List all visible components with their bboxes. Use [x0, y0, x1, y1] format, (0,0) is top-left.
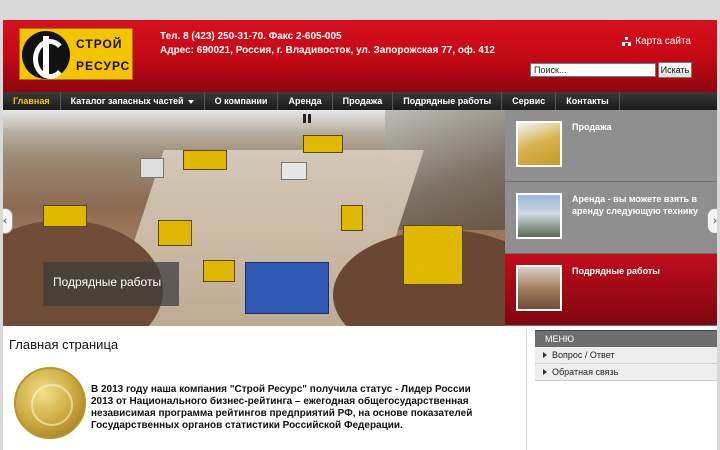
slide-caption-text: Подрядные работы	[53, 275, 162, 289]
nav-item-contacts[interactable]: Контакты	[556, 92, 620, 110]
header: СТРОЙ РЕСУРС Тел. 8 (423) 250-31-70. Фак…	[3, 20, 717, 92]
logo-text-line1: СТРОЙ	[76, 37, 123, 51]
slider-thumbs: Продажа Аренда - вы можете взять в аренд…	[505, 110, 717, 326]
search-input[interactable]	[530, 63, 656, 77]
sitemap-icon	[622, 37, 632, 46]
bullet-arrow-icon	[543, 369, 547, 375]
sidebar-item-label: Вопрос / Ответ	[552, 349, 615, 360]
dump-truck	[281, 162, 307, 180]
nav-item-contract-work[interactable]: Подрядные работы	[393, 92, 503, 110]
bulldozer	[158, 220, 192, 246]
address-text: Адрес: 690021, Россия, г. Владивосток, у…	[160, 45, 495, 56]
nav-item-catalog[interactable]: Каталог запасных частей	[61, 92, 205, 110]
thumb-rent[interactable]: Аренда - вы можете взять в аренду следую…	[505, 182, 717, 254]
bulldozer	[203, 260, 235, 282]
logo-text-line2: РЕСУРС	[76, 59, 131, 73]
nav-item-home[interactable]: Главная	[3, 92, 61, 110]
sitemap-label: Карта сайта	[635, 36, 691, 47]
thumb-sale[interactable]: Продажа	[505, 110, 717, 182]
search-button[interactable]: Искать	[658, 62, 692, 78]
content-divider	[526, 328, 527, 450]
sidebar-heading: МЕНЮ	[535, 330, 717, 347]
nav-item-rent[interactable]: Аренда	[278, 92, 333, 110]
sidebar-item-feedback[interactable]: Обратная связь	[535, 364, 717, 381]
sidebar-item-label: Обратная связь	[552, 366, 619, 377]
sidebar-menu: МЕНЮ Вопрос / Ответ Обратная связь	[535, 330, 717, 405]
slider-next-button[interactable]: ›	[707, 208, 717, 234]
hero-image[interactable]: Подрядные работы	[3, 110, 505, 326]
thumb-image	[516, 193, 562, 239]
pause-icon[interactable]	[303, 114, 311, 123]
logo-mark-icon	[22, 31, 70, 79]
thumb-image	[516, 121, 562, 167]
bulldozer	[43, 205, 87, 227]
slider-prev-button[interactable]: ‹	[3, 208, 13, 234]
dump-truck	[245, 262, 329, 314]
bulldozer	[341, 205, 363, 231]
bullet-arrow-icon	[543, 352, 547, 358]
main-nav: Главная Каталог запасных частей О компан…	[3, 92, 717, 110]
sidebar-item-faq[interactable]: Вопрос / Ответ	[535, 347, 717, 364]
slide-caption: Подрядные работы	[43, 262, 179, 306]
sitemap-link[interactable]: Карта сайта	[622, 36, 691, 47]
slider: Подрядные работы Продажа Аренда - вы мож…	[3, 110, 717, 326]
thumb-image	[516, 265, 562, 311]
thumb-title: Продажа	[572, 122, 612, 132]
thumb-title: Подрядные работы	[572, 266, 660, 276]
dump-truck	[140, 158, 164, 178]
bulldozer	[403, 225, 463, 285]
thumb-title: Аренда - вы можете взять в аренду следую…	[572, 194, 698, 216]
nav-item-sale[interactable]: Продажа	[333, 92, 394, 110]
excavator	[303, 135, 343, 153]
chevron-down-icon	[187, 99, 194, 104]
page-title: Главная страница	[9, 337, 119, 352]
intro-text: В 2013 году наша компания "Строй Ресурс"…	[91, 384, 473, 431]
nav-item-service[interactable]: Сервис	[502, 92, 557, 110]
nav-item-about[interactable]: О компании	[205, 92, 279, 110]
nav-item-catalog-label: Каталог запасных частей	[70, 96, 184, 106]
logo[interactable]: СТРОЙ РЕСУРС	[19, 28, 133, 80]
award-medal-icon	[14, 367, 86, 439]
thumb-contract-work[interactable]: Подрядные работы	[505, 254, 717, 326]
excavator	[183, 150, 227, 170]
phone-text: Тел. 8 (423) 250-31-70. Факс 2-605-005	[160, 31, 342, 42]
